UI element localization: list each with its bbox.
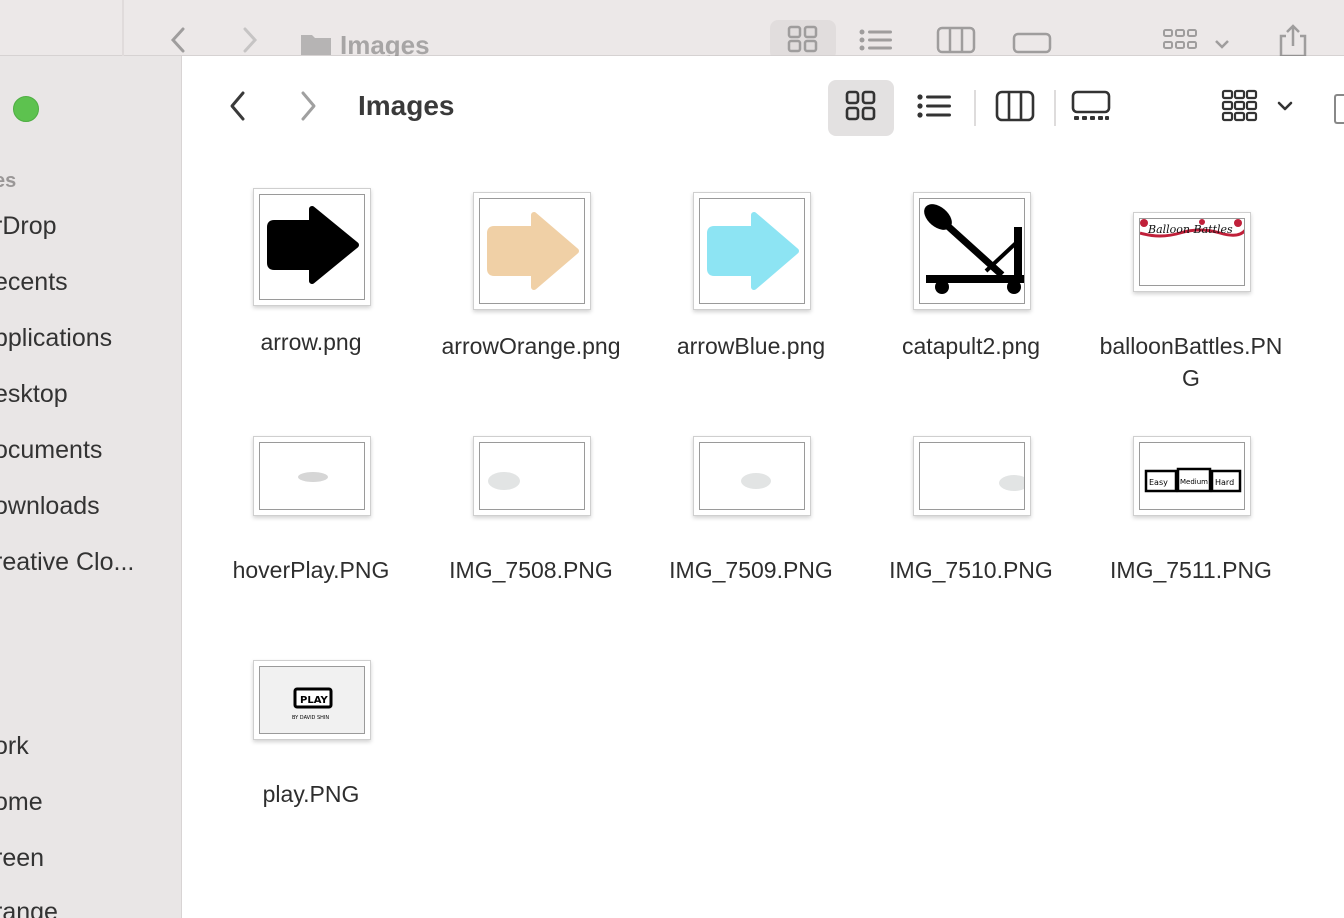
file-name[interactable]: play.PNG — [201, 778, 421, 810]
cloud-left-image — [479, 442, 585, 510]
gallery-view-icon — [1071, 90, 1111, 127]
background-window: Images — [0, 0, 1344, 60]
file-thumbnail[interactable] — [693, 436, 811, 516]
background-gallery-view-icon — [1012, 24, 1052, 59]
finder-main: Images arrow.png arrowOrange.png arrowBl… — [182, 56, 1344, 918]
catapult-image — [919, 198, 1025, 304]
sidebar-item-downloads[interactable]: ownloads — [0, 492, 100, 521]
view-divider — [1054, 90, 1056, 126]
column-view-button[interactable] — [982, 80, 1048, 136]
svg-text:Easy: Easy — [1149, 478, 1168, 487]
background-list-view-icon — [858, 24, 896, 59]
gallery-view-button[interactable] — [1058, 80, 1124, 136]
sidebar-tag-home[interactable]: ome — [0, 788, 43, 817]
background-icon-view-icon — [786, 24, 820, 59]
sidebar-item-airdrop[interactable]: rDrop — [0, 212, 57, 241]
sidebar-item-creative-cloud[interactable]: reative Clo... — [0, 548, 134, 577]
easy-medium-hard-image: Easy Medium Hard — [1139, 442, 1245, 510]
file-name[interactable]: IMG_7511.PNG — [1081, 554, 1301, 586]
file-name[interactable]: catapult2.png — [861, 330, 1081, 362]
list-view-button[interactable] — [902, 80, 968, 136]
sidebar-item-recents[interactable]: ecents — [0, 268, 68, 297]
share-button[interactable] — [1334, 94, 1344, 124]
file-thumbnail[interactable] — [693, 192, 811, 310]
group-grid-icon — [1219, 87, 1299, 130]
column-view-icon — [995, 90, 1035, 127]
svg-text:Medium: Medium — [1180, 478, 1208, 486]
zoom-button[interactable] — [13, 96, 39, 122]
file-name[interactable]: arrowOrange.png — [421, 330, 641, 362]
background-toolbar: Images — [0, 0, 1344, 60]
arrow-black-image — [259, 194, 365, 300]
toolbar: Images — [182, 56, 1344, 160]
window-title: Images — [358, 90, 455, 121]
file-name[interactable]: IMG_7508.PNG — [421, 554, 641, 586]
file-name[interactable]: hoverPlay.PNG — [201, 554, 421, 586]
sidebar-item-documents[interactable]: ocuments — [0, 436, 102, 465]
file-thumbnail[interactable] — [253, 188, 371, 306]
svg-text:Hard: Hard — [1215, 478, 1234, 487]
file-name[interactable]: balloonBattles.PN G — [1081, 330, 1301, 394]
file-thumbnail[interactable]: PLAY BY DAVID SHIN — [253, 660, 371, 740]
cloud-center-image — [699, 442, 805, 510]
arrow-orange-image — [479, 198, 585, 304]
chevron-left-icon — [226, 88, 248, 129]
balloon-battles-image: Balloon Battles — [1139, 218, 1245, 286]
background-group-icon — [1162, 24, 1234, 59]
play-image: PLAY BY DAVID SHIN — [259, 666, 365, 734]
file-name[interactable]: arrow.png — [201, 326, 421, 358]
file-name[interactable]: arrowBlue.png — [641, 330, 861, 362]
group-button[interactable] — [1216, 80, 1302, 136]
file-thumbnail[interactable] — [473, 436, 591, 516]
icon-view-icon — [844, 89, 878, 128]
file-grid: arrow.png arrowOrange.png arrowBlue.png — [182, 160, 1344, 918]
background-column-view-icon — [936, 24, 976, 59]
file-thumbnail[interactable]: Balloon Battles — [1133, 212, 1251, 292]
list-view-icon — [916, 91, 954, 126]
file-name[interactable]: IMG_7510.PNG — [861, 554, 1081, 586]
view-divider — [974, 90, 976, 126]
file-thumbnail[interactable] — [913, 192, 1031, 310]
sidebar-section-header: es — [0, 170, 17, 192]
file-thumbnail[interactable] — [913, 436, 1031, 516]
file-thumbnail[interactable] — [253, 436, 371, 516]
sidebar-item-applications[interactable]: pplications — [0, 324, 112, 353]
arrow-blue-image — [699, 198, 805, 304]
sidebar: es rDrop ecents pplications esktop ocume… — [0, 56, 182, 918]
cloud-right-image — [919, 442, 1025, 510]
chevron-right-icon — [298, 88, 320, 129]
icon-view-button[interactable] — [828, 80, 894, 136]
forward-button[interactable] — [294, 88, 324, 128]
sidebar-item-desktop[interactable]: esktop — [0, 380, 68, 409]
svg-text:PLAY: PLAY — [300, 695, 328, 706]
file-thumbnail[interactable] — [473, 192, 591, 310]
hover-play-image — [259, 442, 365, 510]
file-name[interactable]: IMG_7509.PNG — [641, 554, 861, 586]
sidebar-tag-green[interactable]: reen — [0, 844, 44, 873]
svg-text:Balloon Battles: Balloon Battles — [1147, 223, 1233, 236]
file-thumbnail[interactable]: Easy Medium Hard — [1133, 436, 1251, 516]
sidebar-tag-orange[interactable]: range — [0, 898, 58, 918]
back-button[interactable] — [222, 88, 252, 128]
svg-text:BY DAVID SHIN: BY DAVID SHIN — [292, 715, 329, 721]
sidebar-tag-work[interactable]: ork — [0, 732, 29, 761]
